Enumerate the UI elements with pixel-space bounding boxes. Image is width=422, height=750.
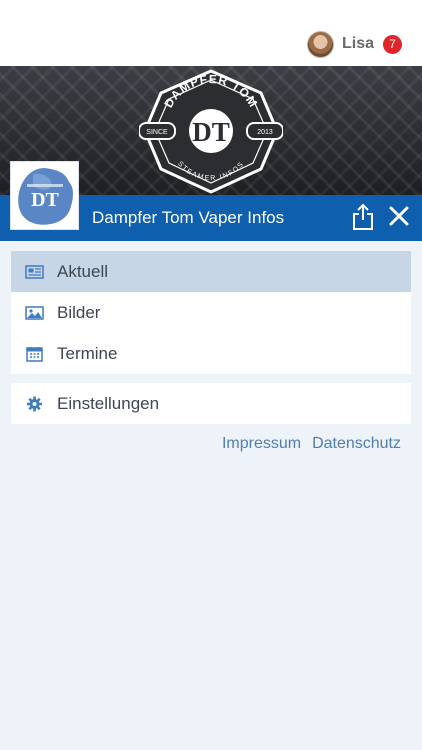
menu-label-termine: Termine bbox=[57, 343, 118, 363]
menu-item-termine[interactable]: Termine bbox=[11, 333, 411, 374]
user-name[interactable]: Lisa bbox=[342, 35, 374, 53]
avatar[interactable] bbox=[306, 30, 334, 58]
since-year: 2013 bbox=[257, 129, 273, 136]
svg-text:DT: DT bbox=[31, 189, 59, 211]
image-icon bbox=[25, 305, 44, 320]
brand-monogram: DT bbox=[192, 117, 230, 147]
menu-item-bilder[interactable]: Bilder bbox=[11, 292, 411, 333]
brand-emblem: SINCE 2013 DAMPFER TOM STEAMER INFOS DT bbox=[139, 69, 283, 194]
gear-icon bbox=[27, 396, 42, 411]
main-menu: Aktuell Bilder Termine bbox=[11, 251, 411, 374]
close-icon[interactable] bbox=[388, 205, 410, 227]
user-profile[interactable]: Lisa 7 bbox=[306, 29, 402, 59]
footer-links: Impressum Datenschutz bbox=[222, 435, 401, 453]
newspaper-icon bbox=[25, 264, 44, 279]
menu-item-aktuell[interactable]: Aktuell bbox=[11, 251, 411, 292]
impressum-link[interactable]: Impressum bbox=[222, 435, 301, 453]
menu-label-bilder: Bilder bbox=[57, 302, 101, 322]
page-title: Dampfer Tom Vaper Infos bbox=[92, 208, 285, 227]
top-bar: Lisa 7 bbox=[0, 0, 422, 66]
since-label: SINCE bbox=[146, 129, 168, 136]
share-icon[interactable] bbox=[350, 203, 376, 231]
app-logo: DT bbox=[10, 161, 79, 230]
menu-item-einstellungen[interactable]: Einstellungen bbox=[11, 383, 411, 424]
menu-label-einstellungen: Einstellungen bbox=[57, 393, 160, 413]
app-logo-image: DT bbox=[17, 167, 73, 225]
datenschutz-link[interactable]: Datenschutz bbox=[312, 435, 401, 453]
notification-badge[interactable]: 7 bbox=[383, 34, 402, 54]
calendar-icon bbox=[26, 346, 43, 362]
settings-menu: Einstellungen bbox=[11, 383, 411, 424]
menu-label-aktuell: Aktuell bbox=[57, 261, 109, 281]
